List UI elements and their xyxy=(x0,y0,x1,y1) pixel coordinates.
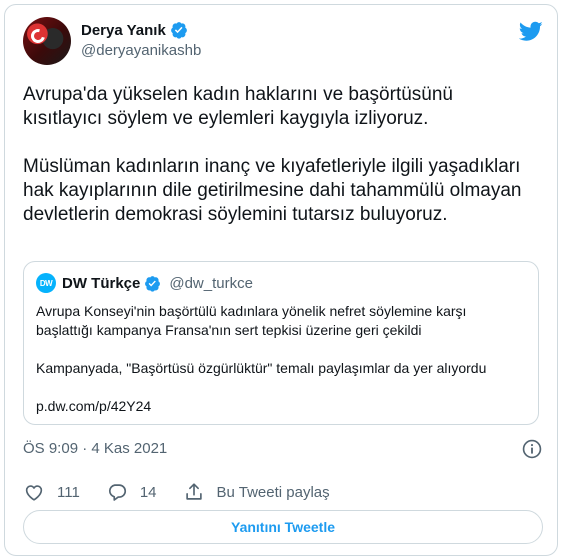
info-icon[interactable] xyxy=(521,438,543,460)
reply-count: 14 xyxy=(139,483,157,501)
tweet-actions: 111 14 Bu Tweeti paylaş xyxy=(23,481,356,503)
verified-badge-icon xyxy=(145,275,161,292)
author-display-name[interactable]: Derya Yanık xyxy=(81,22,166,39)
quoted-avatar: DW xyxy=(36,273,56,293)
share-label: Bu Tweeti paylaş xyxy=(216,483,330,501)
verified-badge-icon xyxy=(170,22,187,39)
reply-action[interactable]: 14 xyxy=(106,481,157,503)
quoted-tweet-text: Avrupa Konseyi'nin başörtülü kadınlara y… xyxy=(36,303,487,414)
share-action[interactable]: Bu Tweeti paylaş xyxy=(183,481,330,503)
tweet-meta: ÖS 9:09 · 4 Kas 2021 xyxy=(23,438,543,460)
heart-icon[interactable] xyxy=(23,481,45,503)
quoted-avatar-logo: DW xyxy=(39,278,53,288)
share-icon[interactable] xyxy=(183,481,205,503)
quoted-handle: @dw_turkce xyxy=(169,274,253,292)
tweet-card: Derya Yanık @deryayanikashb Avrupa'da yü… xyxy=(4,4,558,556)
reply-with-tweet-button[interactable]: Yanıtını Tweetle xyxy=(23,510,543,544)
timestamp[interactable]: ÖS 9:09 · 4 Kas 2021 xyxy=(23,440,167,457)
tweet-text: Avrupa'da yükselen kadın haklarını ve ba… xyxy=(23,84,522,225)
author-name-row[interactable]: Derya Yanık xyxy=(81,21,188,39)
author-handle[interactable]: @deryayanikashb xyxy=(81,42,201,59)
avatar[interactable] xyxy=(23,17,71,65)
reply-icon[interactable] xyxy=(106,481,128,503)
twitter-bird-icon[interactable] xyxy=(519,19,543,43)
like-count: 111 xyxy=(57,483,80,501)
quoted-tweet[interactable]: DW DW Türkçe @dw_turkce Avrupa Konseyi'n… xyxy=(23,261,539,425)
quoted-display-name: DW Türkçe xyxy=(62,274,141,292)
tweet-header: Derya Yanık @deryayanikashb xyxy=(23,17,543,65)
quoted-tweet-header: DW DW Türkçe @dw_turkce xyxy=(36,272,526,294)
like-action[interactable]: 111 xyxy=(23,481,80,503)
